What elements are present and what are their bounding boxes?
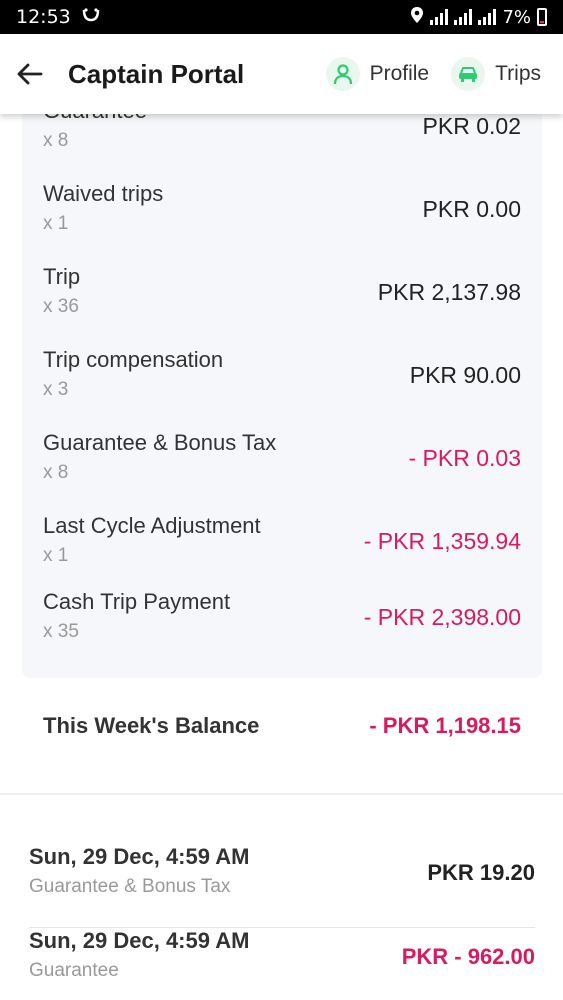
- breakdown-row: Last Cycle Adjustment x 1 - PKR 1,359.94: [43, 513, 521, 583]
- breakdown-label: Cash Trip Payment: [43, 589, 231, 614]
- transaction-row[interactable]: Sun, 29 Dec, 4:59 AM Guarantee & Bonus T…: [29, 844, 535, 928]
- breakdown-label: Waived trips: [43, 181, 164, 206]
- breakdown-row: Cash Trip Payment x 35 - PKR 2,398.00: [43, 589, 521, 659]
- app-bar: Captain Portal Profile Trips: [0, 34, 563, 114]
- breakdown-label: Guarantee & Bonus Tax: [43, 430, 277, 455]
- signal-icon: [430, 9, 449, 25]
- breakdown-label: Trip compensation: [43, 347, 224, 372]
- section-divider: [0, 793, 563, 795]
- breakdown-count: x 3: [43, 379, 69, 400]
- breakdown-count: x 36: [43, 296, 79, 317]
- breakdown-amount: - PKR 1,359.94: [363, 528, 521, 554]
- breakdown-amount: PKR 0.02: [422, 114, 521, 139]
- profile-label: Profile: [369, 62, 430, 85]
- weekly-balance-label: This Week's Balance: [43, 713, 260, 738]
- breakdown-amount: PKR 0.00: [422, 196, 521, 222]
- main-content[interactable]: Guarantee x 8 PKR 0.02 Waived trips x 1 …: [0, 114, 563, 1000]
- breakdown-amount: PKR 90.00: [409, 362, 521, 388]
- breakdown-row: Waived trips x 1 PKR 0.00: [43, 181, 521, 251]
- earnings-breakdown-card: Guarantee x 8 PKR 0.02 Waived trips x 1 …: [22, 114, 542, 678]
- breakdown-amount: - PKR 2,398.00: [363, 604, 521, 630]
- breakdown-row: Guarantee x 8 PKR 0.02: [43, 114, 521, 168]
- signal-icon: [454, 9, 473, 25]
- transaction-row[interactable]: Sun, 29 Dec, 4:59 AM Guarantee PKR - 962…: [29, 928, 535, 1000]
- trips-button[interactable]: Trips: [451, 57, 541, 91]
- breakdown-count: x 8: [43, 462, 69, 483]
- status-time: 12:53: [16, 6, 71, 28]
- breakdown-row: Trip compensation x 3 PKR 90.00: [43, 347, 521, 417]
- status-bar: 12:53 7%: [0, 0, 563, 34]
- notification-icon: [81, 6, 101, 28]
- back-button[interactable]: [0, 34, 58, 114]
- battery-icon: [537, 8, 547, 26]
- transaction-amount: PKR - 962.00: [401, 944, 535, 969]
- profile-button[interactable]: Profile: [325, 57, 430, 91]
- breakdown-label: Last Cycle Adjustment: [43, 513, 261, 538]
- transaction-type: Guarantee & Bonus Tax: [29, 876, 231, 897]
- page-title: Captain Portal: [68, 58, 245, 89]
- breakdown-count: x 1: [43, 213, 69, 234]
- signal-icon: [478, 9, 497, 25]
- breakdown-amount: - PKR 0.03: [408, 445, 522, 471]
- transaction-type: Guarantee: [29, 960, 119, 981]
- weekly-balance-amount: - PKR 1,198.15: [369, 713, 521, 738]
- breakdown-label: Trip: [43, 264, 81, 289]
- breakdown-amount: PKR 2,137.98: [377, 279, 521, 305]
- breakdown-row: Trip x 36 PKR 2,137.98: [43, 264, 521, 334]
- transaction-date: Sun, 29 Dec, 4:59 AM: [29, 844, 250, 869]
- transaction-amount: PKR 19.20: [427, 860, 535, 885]
- breakdown-count: x 35: [43, 621, 79, 642]
- location-icon: [410, 6, 424, 29]
- car-icon: [451, 57, 486, 91]
- transaction-date: Sun, 29 Dec, 4:59 AM: [29, 928, 250, 953]
- breakdown-label: Guarantee: [43, 114, 147, 124]
- arrow-left-icon: [17, 63, 43, 85]
- battery-percent: 7%: [502, 6, 531, 28]
- breakdown-count: x 1: [43, 545, 69, 566]
- breakdown-count: x 8: [43, 130, 69, 151]
- user-icon: [325, 57, 360, 91]
- trips-label: Trips: [495, 62, 541, 85]
- breakdown-row: Guarantee & Bonus Tax x 8 - PKR 0.03: [43, 430, 521, 500]
